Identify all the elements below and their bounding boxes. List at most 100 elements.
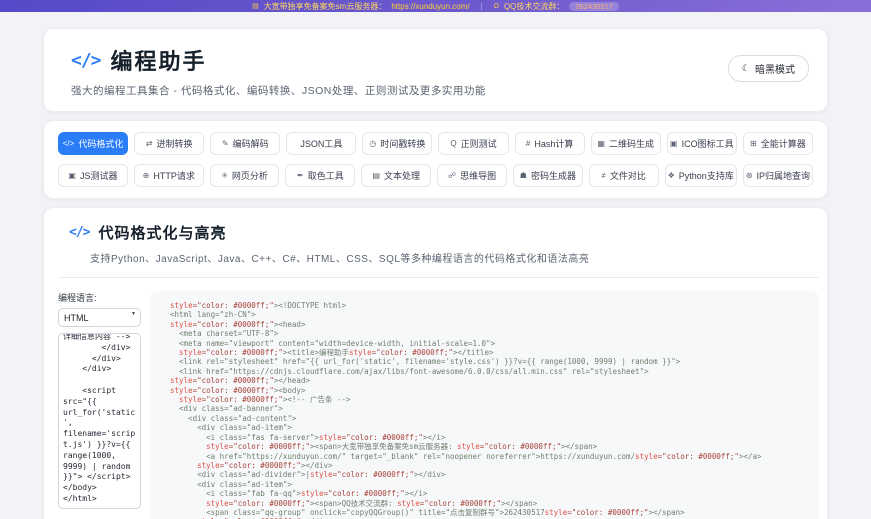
tab-label: ICO图标工具: [682, 137, 734, 150]
code-line: style="color: #0000ff;"><span>QQ技术交流群: s…: [170, 499, 811, 508]
tab-label: 取色工具: [308, 169, 344, 182]
code-input[interactable]: 详细信息内容 --> </div> </div> </div> <script …: [58, 333, 141, 509]
code-line: <i class="fas fa-server">style="color: #…: [170, 433, 811, 442]
page-subtitle: 强大的编程工具集合 - 代码格式化、编码转换、JSON处理、正则测试及更多实用功…: [71, 83, 807, 98]
tab-label: 二维码生成: [609, 137, 654, 150]
code-line: style="color: #0000ff;"><!DOCTYPE html>: [170, 301, 811, 310]
globe2-icon: ⊛: [746, 171, 753, 180]
code-logo-icon: </>: [71, 50, 101, 71]
language-value: HTML: [64, 313, 89, 323]
code-formatter-section: </> 代码格式化与高亮 支持Python、JavaScript、Java、C+…: [43, 207, 828, 519]
tab-hash-calc[interactable]: #Hash计算: [515, 132, 585, 155]
tab-json-tools[interactable]: JSON工具: [286, 132, 356, 155]
code-line: <div class="ad-item">: [170, 423, 811, 432]
key-icon: ✎: [222, 139, 229, 148]
language-select[interactable]: HTML ▼: [58, 308, 141, 327]
search-icon: Q: [450, 139, 456, 148]
sitemap-icon: ☍: [448, 171, 456, 180]
tab-timestamp-convert[interactable]: ◷时间戳转换: [362, 132, 432, 155]
code-line: <link rel="stylesheet" href="{{ url_for(…: [170, 357, 811, 366]
tab-ip-lookup[interactable]: ⊛ IP归属地查询: [743, 164, 813, 187]
code-line: <meta charset="UTF-8">: [170, 329, 811, 338]
exchange-icon: ⇄: [146, 139, 153, 148]
code-output: style="color: #0000ff;"><!DOCTYPE html><…: [150, 291, 819, 519]
tab-python-libs[interactable]: ❖ Python支持库: [665, 164, 737, 187]
tab-base-convert[interactable]: ⇄进制转换: [134, 132, 204, 155]
tab-color-picker[interactable]: ✒ 取色工具: [285, 164, 355, 187]
code-line: <html lang="zh-CN">: [170, 310, 811, 319]
tab-label: 时间戳转换: [380, 137, 425, 150]
tab-row-1: </>代码格式化 ⇄进制转换 ✎编码解码 JSON工具 ◷时间戳转换 Q正则测试 #Hash…: [58, 132, 813, 155]
tab-label: 文件对比: [610, 169, 646, 182]
js-icon: ▣: [68, 171, 76, 180]
code-line: <meta name="viewport" content="width=dev…: [170, 339, 811, 348]
tab-ico-tools[interactable]: ▣ ICO图标工具: [667, 132, 737, 155]
tab-label: 密码生成器: [531, 169, 576, 182]
tab-js-tester[interactable]: ▣ JS测试器: [58, 164, 128, 187]
eyedropper-icon: ✒: [297, 171, 304, 180]
code-line: <i class="fab fa-qq">style="color: #0000…: [170, 489, 811, 498]
code-line: style="color: #0000ff;"><head>: [170, 320, 811, 329]
code-line: <a href="https://xunduyun.com/" target="…: [170, 452, 811, 461]
app-header: </> 编程助手 强大的编程工具集合 - 代码格式化、编码转换、JSON处理、正…: [43, 28, 828, 112]
moon-icon: ☾: [742, 63, 750, 74]
dark-mode-label: 暗黑模式: [755, 61, 795, 76]
python-icon: ❖: [668, 171, 675, 180]
announcement-link[interactable]: https://xunduyun.com/: [391, 2, 469, 11]
code-section-icon: </>: [69, 225, 89, 240]
tab-label: JS测试器: [80, 169, 118, 182]
tab-web-analysis[interactable]: ✳网页分析: [210, 164, 280, 187]
bell-icon: Ω: [494, 3, 499, 10]
hash-icon: #: [526, 139, 530, 148]
language-label: 编程语言:: [58, 291, 141, 304]
tab-label: 进制转换: [156, 137, 192, 150]
file-icon: ▤: [372, 171, 380, 180]
code-line: <div class="ad-item">: [170, 480, 811, 489]
shield-icon: ☗: [520, 171, 527, 180]
tab-text-process[interactable]: ▤ 文本处理: [361, 164, 431, 187]
dark-mode-button[interactable]: ☾ 暗黑模式: [728, 55, 809, 82]
announcement-separator: |: [481, 2, 483, 11]
announcement-bar: ▤ 大宽带独享免备案免sm云服务器： https://xunduyun.com/…: [0, 0, 871, 12]
tab-http-request[interactable]: ⊕HTTP请求: [134, 164, 204, 187]
formatter-controls: 编程语言: HTML ▼ 详细信息内容 --> </div> </div> </…: [58, 291, 141, 519]
calculator-icon: ⊞: [750, 139, 757, 148]
tab-encode-decode[interactable]: ✎编码解码: [210, 132, 280, 155]
code-line: <link href="https://cdnjs.cloudflare.com…: [170, 367, 811, 376]
code-line: style="color: #0000ff;"></div>: [170, 461, 811, 470]
tab-label: 全能计算器: [761, 137, 806, 150]
tab-label: IP归属地查询: [757, 169, 811, 182]
not-equal-icon: ≠: [602, 171, 606, 180]
section-title: 代码格式化与高亮: [98, 222, 226, 243]
tab-qrcode-gen[interactable]: ▦二维码生成: [591, 132, 661, 155]
code-line: <div class="ad-content">: [170, 414, 811, 423]
tab-label: HTTP请求: [153, 169, 195, 182]
globe-icon: ⊕: [143, 171, 150, 180]
code-line: style="color: #0000ff;"><!-- 广告条 -->: [170, 395, 811, 404]
code-line: style="color: #0000ff;"><body>: [170, 386, 811, 395]
announcement-qq-text: QQ技术交流群：: [504, 1, 564, 12]
code-line: <span class="qq-group" onclick="copyQQGr…: [170, 508, 811, 517]
tab-calculator[interactable]: ⊞ 全能计算器: [743, 132, 813, 155]
code-line: <div class="ad-banner">: [170, 404, 811, 413]
tab-label: 代码格式化: [78, 137, 123, 150]
code-line: <div class="ad-divider">|style="color: #…: [170, 470, 811, 479]
tab-label: 文本处理: [384, 169, 420, 182]
tab-label: JSON工具: [300, 137, 342, 150]
tab-mindmap[interactable]: ☍ 思维导图: [437, 164, 507, 187]
server-icon: ▤: [252, 2, 259, 10]
image-icon: ▣: [670, 139, 678, 148]
code-line: style="color: #0000ff;"><span>大宽带独享免备案免s…: [170, 442, 811, 451]
tab-row-2: ▣ JS测试器 ⊕HTTP请求 ✳网页分析 ✒ 取色工具 ▤ 文本处理 ☍ 思维导图 ☗ 密码生成器 ≠…: [58, 164, 813, 187]
section-subtitle: 支持Python、JavaScript、Java、C++、C#、HTML、CSS…: [90, 250, 819, 265]
tool-tabs: </>代码格式化 ⇄进制转换 ✎编码解码 JSON工具 ◷时间戳转换 Q正则测试 #Hash…: [43, 120, 828, 199]
tab-password-gen[interactable]: ☗ 密码生成器: [513, 164, 583, 187]
code-icon: </>: [63, 139, 75, 148]
tab-regex-test[interactable]: Q正则测试: [438, 132, 508, 155]
tab-file-diff[interactable]: ≠ 文件对比: [589, 164, 659, 187]
tab-label: Python支持库: [679, 169, 734, 182]
tab-code-format[interactable]: </>代码格式化: [58, 132, 128, 155]
tab-label: 思维导图: [460, 169, 496, 182]
qq-group-badge[interactable]: 262430517: [569, 2, 619, 11]
chevron-down-icon: ▼: [131, 311, 136, 317]
